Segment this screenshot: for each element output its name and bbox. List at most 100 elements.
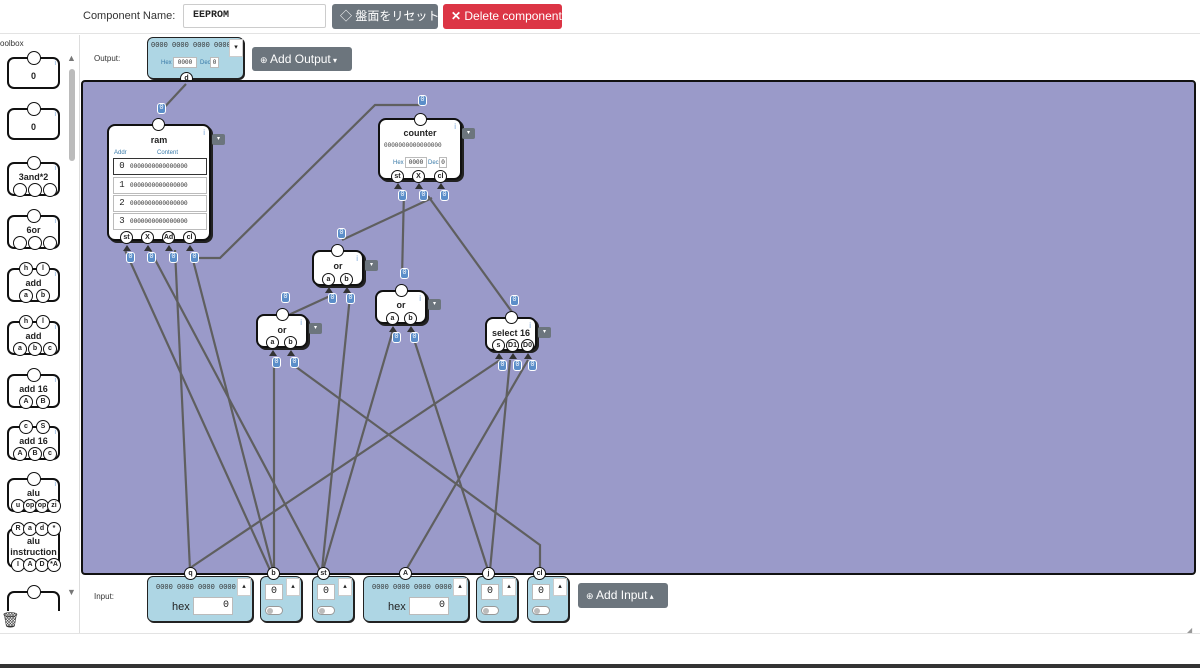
ram-pin-cl[interactable]: cl — [183, 231, 196, 244]
tool-item[interactable]: h l add a b c i — [7, 315, 60, 356]
ram-row[interactable]: 3 0000000000000000 — [113, 213, 207, 230]
scroll-thumb[interactable] — [69, 69, 75, 161]
select16-dropdown[interactable]: ▾ — [538, 327, 551, 338]
scroll-up-icon[interactable]: ▲ — [67, 53, 76, 63]
output-hex-value: 0000 — [173, 57, 197, 68]
ram-pin-x[interactable]: X — [141, 231, 154, 244]
or-output-pin[interactable] — [331, 244, 344, 257]
input-caret[interactable]: ▴ — [553, 578, 567, 596]
counter-pin-st[interactable]: st — [391, 170, 404, 183]
or-pin-b[interactable]: b — [404, 312, 417, 325]
or-dropdown[interactable]: ▾ — [309, 323, 322, 334]
input-value-field[interactable]: 0 — [317, 584, 335, 600]
tool-pin: A — [19, 395, 33, 409]
tool-item[interactable]: add 16 A B i — [7, 368, 60, 409]
or-pin-b[interactable]: b — [340, 273, 353, 286]
input-caret[interactable]: ▴ — [502, 578, 516, 596]
or-pin-b[interactable]: b — [284, 336, 297, 349]
circuit-board[interactable] — [81, 80, 1196, 575]
trash-icon[interactable]: 🗑 — [1, 611, 20, 629]
input-hex-field[interactable]: 0 — [193, 597, 233, 615]
toolbox-scrollbar[interactable]: ▲ ▼ — [66, 53, 78, 619]
input-toggle[interactable] — [481, 606, 499, 615]
wire-value-chip: 0 — [510, 295, 519, 306]
tool-item[interactable]: alu u op op zi i — [7, 472, 61, 513]
ram-row[interactable]: 2 0000000000000000 — [113, 195, 207, 212]
select16-output-pin[interactable] — [505, 311, 518, 324]
input-value-field[interactable]: 0 — [265, 584, 283, 600]
or-dropdown[interactable]: ▾ — [365, 260, 378, 271]
tool-item[interactable]: 0 i — [7, 51, 60, 89]
delete-component-button[interactable]: ✕ Delete component — [443, 4, 562, 29]
scroll-down-icon[interactable]: ▼ — [67, 587, 76, 597]
input-panel-j: 0 ▴ — [476, 576, 518, 622]
info-icon: i — [454, 122, 456, 131]
or-output-pin[interactable] — [276, 308, 289, 321]
input-hex-field[interactable]: 0 — [409, 597, 449, 615]
tool-item[interactable] — [7, 585, 60, 611]
or-dropdown[interactable]: ▾ — [428, 299, 441, 310]
input-pin-a[interactable]: A — [399, 567, 412, 580]
input-pin-q[interactable]: q — [184, 567, 197, 580]
tool-label: 6or — [26, 225, 41, 235]
tool-pin — [13, 183, 27, 197]
ram-input-pin[interactable] — [152, 118, 165, 131]
output-dropdown-caret[interactable]: ▾ — [229, 39, 243, 57]
counter-pin-x[interactable]: X — [412, 170, 425, 183]
counter-dropdown[interactable]: ▾ — [462, 128, 475, 139]
or-pin-a[interactable]: a — [322, 273, 335, 286]
ram-pin-ad[interactable]: Ad — [162, 231, 175, 244]
ram-dropdown[interactable]: ▾ — [212, 134, 225, 145]
tool-item[interactable]: 0 i — [7, 102, 60, 140]
counter-dec-value: 0 — [439, 157, 447, 168]
tool-item[interactable]: R a d * alu instruction I A D *A — [7, 522, 61, 572]
input-toggle[interactable] — [265, 606, 283, 615]
info-icon: i — [419, 294, 421, 303]
ram-row-content: 0000000000000000 — [130, 218, 188, 225]
ram-component[interactable]: ram i Addr Content 0 0000000000000000 1 00… — [107, 124, 211, 241]
or-pin-a[interactable]: a — [266, 336, 279, 349]
input-value-field[interactable]: 0 — [532, 584, 550, 600]
tool-item[interactable]: h l add a b i — [7, 262, 60, 303]
pin-arrow-icon — [287, 350, 295, 356]
input-value-field[interactable]: 0 — [481, 584, 499, 600]
ram-row[interactable]: 0 0000000000000000 — [113, 158, 207, 175]
input-caret[interactable]: ▴ — [453, 578, 467, 596]
input-caret[interactable]: ▴ — [237, 578, 251, 596]
or-pin-a[interactable]: a — [386, 312, 399, 325]
pin-arrow-icon — [495, 353, 503, 359]
select16-pin-d0[interactable]: D0 — [521, 339, 534, 352]
ram-pin-st[interactable]: st — [120, 231, 133, 244]
input-pin-j[interactable]: j — [482, 567, 495, 580]
tool-item[interactable]: c S add 16 A B c i — [7, 420, 60, 461]
wire-value-chip: 0 — [272, 357, 281, 368]
reset-board-button[interactable]: ◇ 盤面をリセット — [332, 4, 438, 29]
tool-item[interactable]: 3and*2 i — [7, 156, 60, 197]
plus-icon: ⊕ — [260, 55, 271, 65]
select16-pin-d1[interactable]: D1 — [506, 339, 519, 352]
input-toggle[interactable] — [532, 606, 550, 615]
add-output-button[interactable]: ⊕ Add Output ▾ — [252, 47, 352, 71]
component-name-input[interactable]: EEPROM — [183, 4, 326, 28]
tool-pin: a — [13, 342, 27, 356]
select16-pin-s[interactable]: s — [492, 339, 505, 352]
or-output-pin[interactable] — [395, 284, 408, 297]
or-name: or — [396, 300, 406, 310]
ram-row[interactable]: 1 0000000000000000 — [113, 177, 207, 194]
add-input-button[interactable]: ⊕ Add Input ▴ — [578, 583, 668, 608]
ram-row-addr: 2 — [119, 198, 125, 208]
tool-label: add — [25, 278, 42, 288]
input-pin-st[interactable]: st — [317, 567, 330, 580]
tool-pin: b — [28, 342, 42, 356]
counter-bits: 0000000000000000 — [384, 142, 442, 149]
wire-value-chip: 0 — [419, 190, 428, 201]
counter-input-pin[interactable] — [414, 113, 427, 126]
tool-item[interactable]: 6or i — [7, 209, 60, 250]
input-toggle[interactable] — [317, 606, 335, 615]
input-caret[interactable]: ▴ — [286, 578, 300, 596]
input-caret[interactable]: ▴ — [338, 578, 352, 596]
pin-arrow-icon — [437, 183, 445, 189]
counter-pin-cl[interactable]: cl — [434, 170, 447, 183]
input-pin-b[interactable]: b — [267, 567, 280, 580]
input-pin-cl[interactable]: cl — [533, 567, 546, 580]
